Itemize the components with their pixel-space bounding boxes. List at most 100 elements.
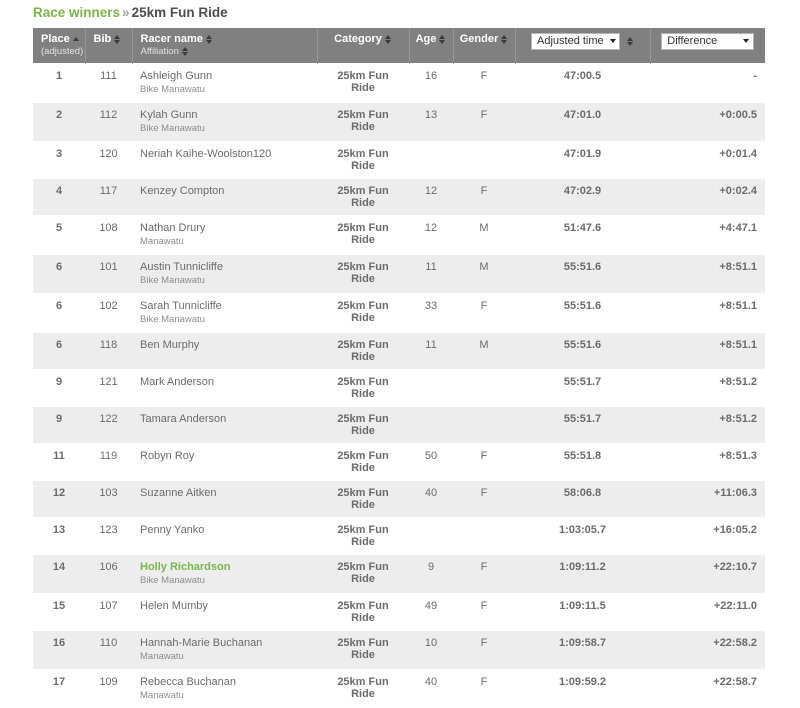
- cell-place: 12: [33, 480, 85, 518]
- sort-toggle-icon[interactable]: [501, 34, 508, 45]
- sort-toggle-icon[interactable]: [384, 34, 392, 45]
- sort-toggle-icon[interactable]: [205, 34, 213, 45]
- sort-ascending-icon[interactable]: [72, 34, 80, 45]
- cell-place: 5: [33, 215, 85, 255]
- table-row[interactable]: 6 118 Ben Murphy 25km Fun Ride 11 M 55:51.6 +8:…: [33, 332, 765, 370]
- cell-gender: M: [453, 254, 515, 294]
- sort-toggle-icon[interactable]: [181, 46, 189, 57]
- column-header-difference: Difference: [650, 28, 765, 64]
- column-header-place[interactable]: Place (adjusted): [33, 28, 86, 64]
- cell-gender: F: [453, 63, 515, 103]
- table-row[interactable]: 14 106 Holly Richardson Bike Manawatu 25km F…: [33, 554, 765, 594]
- cell-place: 9: [33, 369, 85, 407]
- cell-age: 40: [409, 669, 453, 708]
- table-row[interactable]: 1 111 Ashleigh Gunn Bike Manawatu 25km Fun R…: [33, 63, 765, 103]
- cell-difference: +0:01.4: [650, 141, 765, 179]
- table-row[interactable]: 5 108 Nathan Drury Manawatu 25km Fun Ride 12 M…: [33, 215, 765, 255]
- racer-name: Suzanne Aitken: [140, 487, 217, 500]
- breadcrumb-separator: »: [122, 5, 130, 20]
- table-row[interactable]: 13 123 Penny Yanko 25km Fun Ride 1:03:05.7 +1…: [33, 517, 765, 555]
- cell-category: 25km Fun Ride: [317, 517, 409, 555]
- adjusted-time-select[interactable]: Adjusted time: [531, 33, 620, 50]
- column-header-bib[interactable]: Bib: [85, 28, 133, 64]
- cell-racer-name: Mark Anderson: [132, 369, 317, 407]
- chevron-down-icon: [609, 39, 616, 43]
- cell-time: 58:06.8: [515, 480, 650, 518]
- cell-bib: 111: [85, 63, 132, 103]
- table-row[interactable]: 9 121 Mark Anderson 25km Fun Ride 55:51.7 +8:…: [33, 369, 765, 407]
- cell-time: 55:51.7: [515, 406, 650, 444]
- race-results-table: Place (adjusted) Bib Racer name Affiliat…: [33, 28, 765, 708]
- cell-racer-name: Nathan Drury Manawatu: [132, 215, 317, 255]
- cell-place: 6: [33, 293, 85, 333]
- cell-place: 16: [33, 630, 85, 670]
- sort-toggle-icon[interactable]: [439, 34, 446, 45]
- racer-affiliation: Bike Manawatu: [140, 123, 205, 135]
- table-header-row: Place (adjusted) Bib Racer name Affiliat…: [33, 28, 765, 64]
- cell-gender: F: [453, 480, 515, 518]
- cell-bib: 110: [85, 630, 132, 670]
- cell-age: 12: [409, 215, 453, 255]
- column-header-racer-name-label: Racer name: [140, 33, 203, 45]
- cell-time: 1:09:11.2: [515, 554, 650, 594]
- column-header-category[interactable]: Category: [317, 28, 410, 64]
- difference-select[interactable]: Difference: [661, 33, 755, 50]
- column-header-age[interactable]: Age: [409, 28, 454, 64]
- cell-time: 1:09:58.7: [515, 630, 650, 670]
- cell-category: 25km Fun Ride: [317, 332, 409, 370]
- racer-name: Penny Yanko: [140, 524, 205, 537]
- table-row[interactable]: 16 110 Hannah-Marie Buchanan Manawatu 25km F…: [33, 630, 765, 670]
- table-row[interactable]: 9 122 Tamara Anderson 25km Fun Ride 55:51.7 +…: [33, 406, 765, 444]
- table-row[interactable]: 12 103 Suzanne Aitken 25km Fun Ride 40 F 58:06…: [33, 480, 765, 518]
- cell-place: 13: [33, 517, 85, 555]
- table-row[interactable]: 3 120 Neriah Kaihe-Woolston120 25km Fun Rid…: [33, 141, 765, 179]
- cell-gender: F: [453, 293, 515, 333]
- cell-bib: 118: [85, 332, 132, 370]
- cell-category: 25km Fun Ride: [317, 480, 409, 518]
- table-row[interactable]: 2 112 Kylah Gunn Bike Manawatu 25km Fun Ride…: [33, 102, 765, 142]
- cell-place: 15: [33, 593, 85, 631]
- cell-racer-name: Austin Tunnicliffe Bike Manawatu: [132, 254, 317, 294]
- column-header-gender[interactable]: Gender: [453, 28, 516, 64]
- racer-name: Ashleigh Gunn: [140, 70, 213, 83]
- cell-age: 33: [409, 293, 453, 333]
- cell-gender: M: [453, 332, 515, 370]
- cell-bib: 101: [85, 254, 132, 294]
- cell-difference: +4:47.1: [650, 215, 765, 255]
- table-row[interactable]: 15 107 Helen Mumby 25km Fun Ride 49 F 1:09:11.…: [33, 593, 765, 631]
- table-row[interactable]: 4 117 Kenzey Compton 25km Fun Ride 12 F 47:02.…: [33, 178, 765, 216]
- sort-toggle-icon[interactable]: [627, 36, 634, 47]
- cell-difference: +8:51.1: [650, 254, 765, 294]
- cell-place: 1: [33, 63, 85, 103]
- column-header-place-sublabel: (adjusted): [41, 46, 84, 57]
- table-row[interactable]: 11 119 Robyn Roy 25km Fun Ride 50 F 55:51.8 +8:…: [33, 443, 765, 481]
- cell-difference: +22:11.0: [650, 593, 765, 631]
- breadcrumb-link-race-winners[interactable]: Race winners: [33, 5, 120, 20]
- cell-gender: F: [453, 554, 515, 594]
- cell-place: 9: [33, 406, 85, 444]
- racer-name: Mark Anderson: [140, 376, 214, 389]
- column-header-racer-name[interactable]: Racer name Affiliation: [132, 28, 318, 64]
- cell-difference: +8:51.3: [650, 443, 765, 481]
- table-row[interactable]: 17 109 Rebecca Buchanan Manawatu 25km Fun Ri…: [33, 669, 765, 708]
- cell-time: 47:00.5: [515, 63, 650, 103]
- table-row[interactable]: 6 102 Sarah Tunnicliffe Bike Manawatu 25km F…: [33, 293, 765, 333]
- cell-bib: 112: [85, 102, 132, 142]
- racer-name: Kenzey Compton: [140, 185, 225, 198]
- sort-toggle-icon[interactable]: [114, 34, 121, 45]
- cell-difference: +0:00.5: [650, 102, 765, 142]
- cell-difference: +0:02.4: [650, 178, 765, 216]
- cell-category: 25km Fun Ride: [317, 554, 409, 594]
- cell-age: 9: [409, 554, 453, 594]
- racer-affiliation: Bike Manawatu: [140, 314, 205, 326]
- cell-difference: +22:58.2: [650, 630, 765, 670]
- table-row[interactable]: 6 101 Austin Tunnicliffe Bike Manawatu 25km …: [33, 254, 765, 294]
- racer-name: Robyn Roy: [140, 450, 195, 463]
- cell-time: 1:09:11.5: [515, 593, 650, 631]
- cell-age: 40: [409, 480, 453, 518]
- cell-gender: F: [453, 630, 515, 670]
- cell-age: 11: [409, 254, 453, 294]
- cell-racer-name: Holly Richardson Bike Manawatu: [132, 554, 317, 594]
- cell-category: 25km Fun Ride: [317, 102, 409, 142]
- cell-bib: 102: [85, 293, 132, 333]
